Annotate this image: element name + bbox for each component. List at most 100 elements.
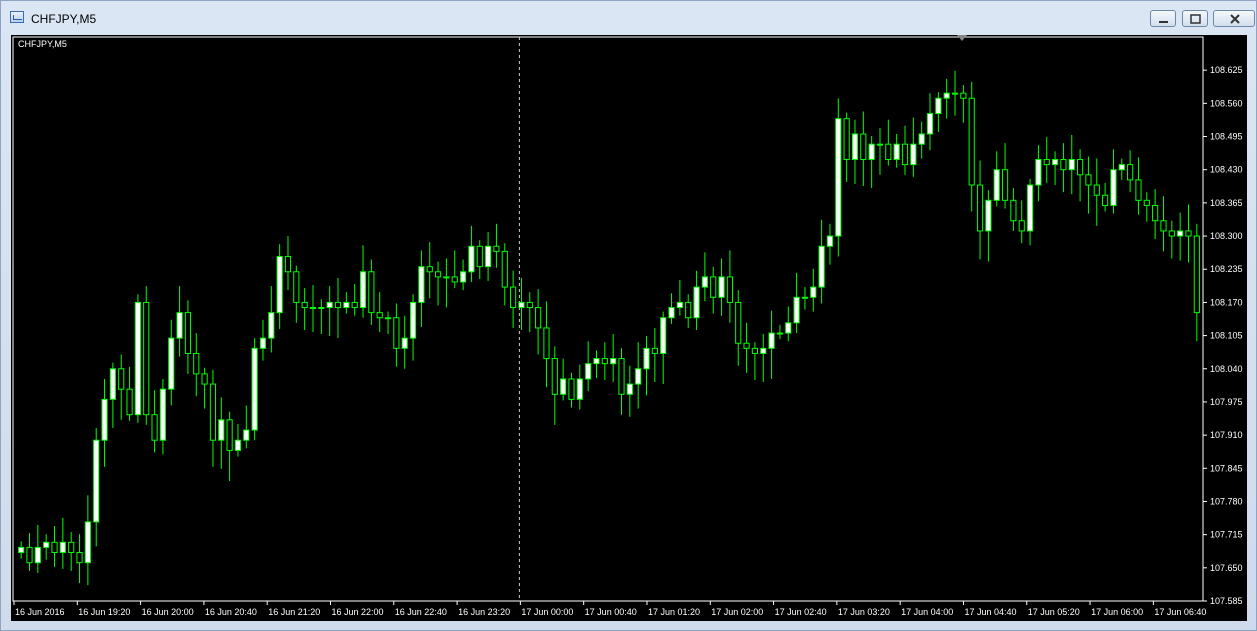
candle-body xyxy=(84,521,91,564)
x-tick-label: 17 Jun 00:40 xyxy=(585,607,637,617)
candle-body xyxy=(818,245,825,288)
title-bar[interactable]: CHFJPY,M5 xyxy=(1,1,1256,35)
x-tick-label: 17 Jun 05:20 xyxy=(1028,607,1080,617)
candle-body xyxy=(693,286,700,319)
candle-body xyxy=(1051,158,1059,166)
y-tick-label: 108.365 xyxy=(1210,198,1243,208)
x-tick-label: 16 Jun 23:20 xyxy=(458,607,510,617)
candle-body xyxy=(218,419,225,441)
restore-button[interactable] xyxy=(1182,10,1208,27)
candle-body xyxy=(176,312,183,339)
candle-body xyxy=(943,92,950,99)
candle-body xyxy=(168,337,175,390)
candle-body xyxy=(1160,220,1167,232)
candle-body xyxy=(718,276,725,298)
candle-body xyxy=(885,143,892,160)
candle-body xyxy=(1168,230,1175,237)
candle-body xyxy=(785,322,792,334)
candle-body xyxy=(1102,194,1109,206)
candle-body xyxy=(251,347,258,431)
candle-body xyxy=(109,368,116,400)
candle-body xyxy=(351,301,358,309)
x-tick-label: 17 Jun 02:00 xyxy=(711,607,763,617)
candle-body xyxy=(960,92,967,99)
candle-body xyxy=(751,347,759,354)
chart-area[interactable]: 108.625 108.560 108.495 108.430 108.365 108.3… xyxy=(11,35,1247,621)
candle-body xyxy=(101,398,108,441)
y-tick-label: 107.845 xyxy=(1210,463,1243,473)
candle-body xyxy=(376,312,383,319)
candle-body xyxy=(426,266,433,273)
x-tick-label: 16 Jun 20:00 xyxy=(142,607,194,617)
candle-body xyxy=(18,546,25,554)
candle-body xyxy=(259,337,267,349)
candle-body xyxy=(226,419,233,451)
candle-body xyxy=(1177,230,1184,237)
candlestick-chart[interactable]: 108.625 108.560 108.495 108.430 108.365 108.3… xyxy=(11,35,1247,621)
candle-body xyxy=(451,276,458,283)
candle-body xyxy=(384,317,392,320)
candle-body xyxy=(610,358,617,365)
x-tick-label: 17 Jun 06:40 xyxy=(1154,607,1206,617)
candle-body xyxy=(860,133,867,160)
candle-body xyxy=(743,342,750,349)
candle-body xyxy=(326,301,333,309)
y-tick-label: 108.105 xyxy=(1210,331,1243,341)
candle-body xyxy=(918,133,925,145)
candle-body xyxy=(510,286,517,309)
x-tick-label: 17 Jun 06:00 xyxy=(1091,607,1143,617)
candle-body xyxy=(935,97,942,115)
candle-body xyxy=(1043,158,1050,166)
candle-body xyxy=(1110,169,1117,206)
x-tick-label: 17 Jun 01:20 xyxy=(648,607,700,617)
candle-body xyxy=(560,378,567,395)
candle-body xyxy=(526,301,533,309)
candle-body xyxy=(209,383,217,441)
candle-body xyxy=(643,347,650,370)
candle-body xyxy=(501,250,508,288)
candle-body xyxy=(343,301,350,309)
candle-body xyxy=(951,92,959,95)
restore-icon xyxy=(1190,14,1201,24)
candle-body xyxy=(660,317,667,354)
candle-body xyxy=(910,143,917,166)
candle-body xyxy=(568,378,575,400)
candle-body xyxy=(301,301,308,309)
x-tick-label: 17 Jun 04:00 xyxy=(901,607,953,617)
x-tick-label: 17 Jun 04:40 xyxy=(964,607,1016,617)
candle-body xyxy=(1093,184,1100,196)
candle-body xyxy=(793,296,800,324)
x-tick-label: 16 Jun 2016 xyxy=(15,607,65,617)
candle-body xyxy=(1185,230,1192,237)
candle-body xyxy=(1060,158,1067,171)
y-tick-label: 108.170 xyxy=(1210,297,1243,307)
x-tick-label: 16 Jun 22:40 xyxy=(395,607,447,617)
x-tick-label: 17 Jun 00:00 xyxy=(521,607,573,617)
candle-body xyxy=(276,255,283,314)
candle-body xyxy=(876,143,884,146)
candle-body xyxy=(518,301,525,309)
x-tick-label: 17 Jun 03:20 xyxy=(838,607,890,617)
candle-body xyxy=(418,266,425,303)
y-tick-label: 107.780 xyxy=(1210,496,1243,506)
candle-body xyxy=(868,143,875,160)
y-tick-label: 107.975 xyxy=(1210,397,1243,407)
minimize-button[interactable] xyxy=(1150,10,1176,27)
candle-body xyxy=(601,358,608,365)
y-tick-label: 107.910 xyxy=(1210,430,1243,440)
candle-body xyxy=(1068,158,1075,171)
x-tick-label: 16 Jun 22:00 xyxy=(331,607,383,617)
candle-body xyxy=(126,388,133,416)
y-tick-label: 108.040 xyxy=(1210,364,1243,374)
candle-body xyxy=(268,312,275,339)
candle-body xyxy=(334,301,342,309)
candle-body xyxy=(1077,158,1084,176)
x-tick-label: 17 Jun 02:40 xyxy=(775,607,827,617)
candle-body xyxy=(635,368,642,385)
candle-body xyxy=(284,255,292,273)
candle-body xyxy=(159,388,167,441)
close-button[interactable] xyxy=(1213,10,1255,27)
candle-body xyxy=(234,439,242,451)
candle-body xyxy=(576,378,583,400)
candle-body xyxy=(926,113,934,135)
